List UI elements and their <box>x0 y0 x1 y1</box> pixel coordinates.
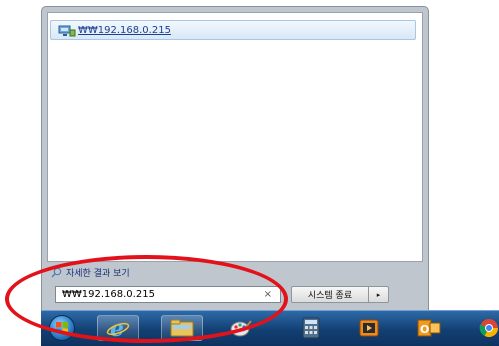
folder-icon <box>170 319 194 337</box>
chrome-icon <box>479 319 498 338</box>
start-button[interactable] <box>49 315 75 341</box>
shutdown-button[interactable]: 시스템 종료 <box>291 286 369 303</box>
search-icon <box>51 267 62 278</box>
taskbar-media-player[interactable] <box>355 315 383 341</box>
taskbar-chrome[interactable] <box>477 315 499 341</box>
ie-icon: e <box>106 317 130 339</box>
media-player-icon <box>359 319 379 337</box>
search-result-item[interactable]: ₩₩192.168.0.215 <box>50 20 416 40</box>
taskbar-calculator[interactable] <box>297 315 325 341</box>
taskbar-internet-explorer[interactable]: e <box>97 315 139 341</box>
search-input[interactable] <box>62 289 252 300</box>
taskbar-paint[interactable] <box>227 315 255 341</box>
outlook-icon: O <box>417 319 441 337</box>
start-menu: ₩₩192.168.0.215 자세한 결과 보기 × 시스템 종료 ▸ <box>41 6 429 316</box>
see-more-results-label: 자세한 결과 보기 <box>66 268 130 279</box>
network-folder-icon <box>58 23 76 37</box>
taskbar: e O <box>41 310 499 346</box>
shutdown-control: 시스템 종료 ▸ <box>291 286 389 303</box>
calculator-icon <box>302 317 320 339</box>
shutdown-options-arrow-icon[interactable]: ▸ <box>369 286 389 303</box>
search-result-label: ₩₩192.168.0.215 <box>78 24 171 36</box>
taskbar-outlook[interactable]: O <box>415 315 443 341</box>
search-box[interactable]: × <box>55 286 281 303</box>
search-results-pane: ₩₩192.168.0.215 <box>47 12 423 262</box>
paint-icon <box>230 320 252 337</box>
clear-search-icon[interactable]: × <box>264 289 272 300</box>
svg-text:O: O <box>420 323 429 336</box>
taskbar-windows-explorer[interactable] <box>161 315 203 341</box>
windows-flag-icon <box>56 322 68 334</box>
see-more-results-link[interactable]: 자세한 결과 보기 <box>51 265 130 279</box>
